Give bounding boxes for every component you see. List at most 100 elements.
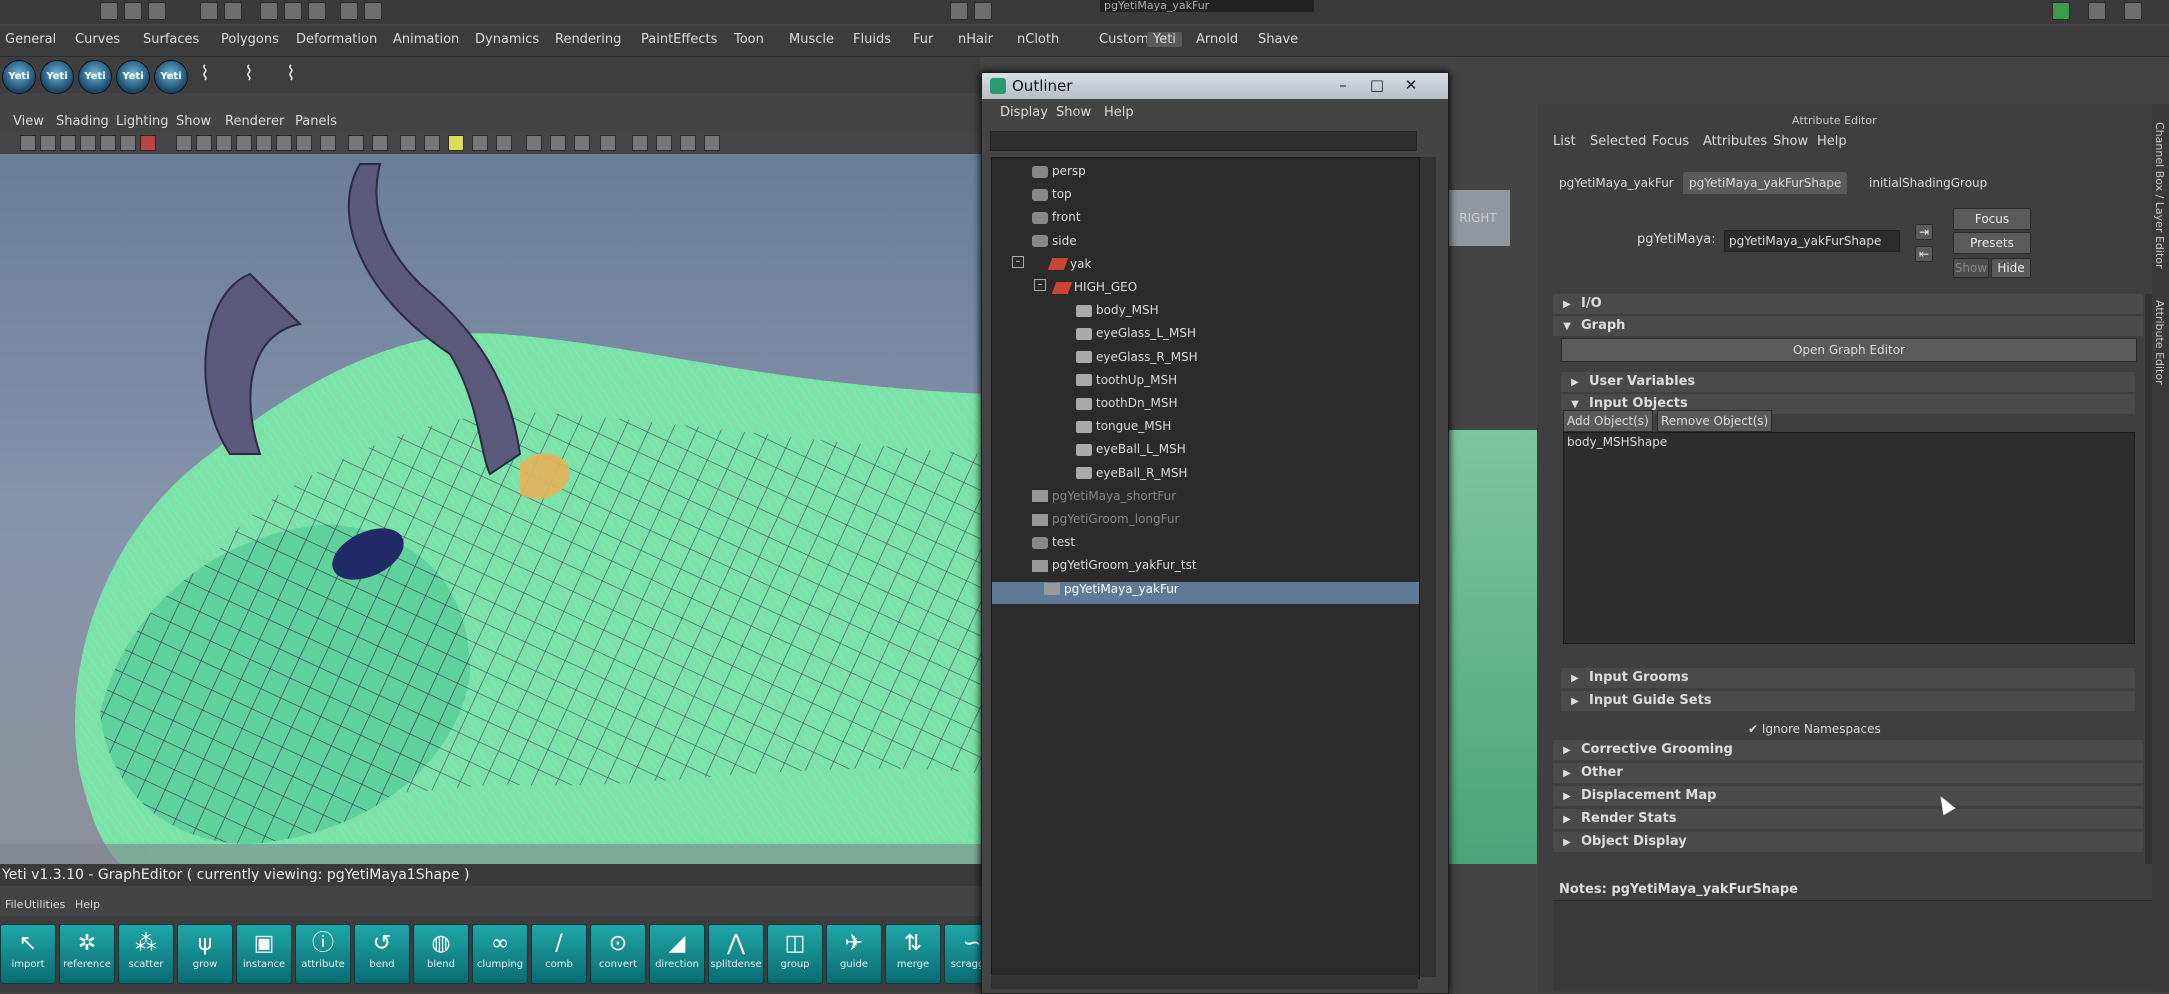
bookmark-icon[interactable] xyxy=(60,135,76,151)
outliner-item[interactable]: front xyxy=(1032,210,1081,232)
collapse-icon[interactable]: – xyxy=(1012,256,1024,268)
outliner-item[interactable]: body_MSH xyxy=(1076,303,1159,325)
resolution-gate-icon[interactable] xyxy=(140,135,156,151)
shelf-tab-fluids[interactable]: Fluids xyxy=(853,32,891,47)
ol-menu-display[interactable]: Display xyxy=(1000,105,1048,120)
ae-menu-show[interactable]: Show xyxy=(1773,134,1808,149)
presets-button[interactable]: Presets xyxy=(1953,232,2031,254)
shelf-tab-surfaces[interactable]: Surfaces xyxy=(143,32,199,47)
hide-button[interactable]: Hide xyxy=(1991,258,2031,278)
ge-menu-utilities[interactable]: Utilities xyxy=(24,898,65,911)
outliner-filter-field[interactable] xyxy=(990,131,1417,151)
ol-menu-help[interactable]: Help xyxy=(1104,105,1134,120)
ae-menu-attributes[interactable]: Attributes xyxy=(1703,134,1767,149)
ol-menu-show[interactable]: Show xyxy=(1056,105,1091,120)
outliner-hscrollbar[interactable] xyxy=(991,975,1418,989)
ae-menu-selected[interactable]: Selected xyxy=(1590,134,1646,149)
ge-tool-guide[interactable]: ✈ guide xyxy=(826,924,882,984)
section-input-guide-sets[interactable]: ▶ Input Guide Sets xyxy=(1561,691,2135,711)
xray-icon[interactable] xyxy=(348,135,364,151)
open-scene-icon[interactable] xyxy=(124,2,142,20)
shelf-tab-polygons[interactable]: Polygons xyxy=(221,32,279,47)
safe-title-icon[interactable] xyxy=(236,135,252,151)
outliner-list[interactable]: persp top front side yak HIGH_GEO body_MSH eyeG… xyxy=(991,157,1420,979)
camera-select-icon[interactable] xyxy=(20,135,36,151)
outliner-titlebar[interactable]: Outliner – □ ✕ xyxy=(982,73,1448,99)
outliner-item[interactable]: eyeBall_R_MSH xyxy=(1076,466,1187,488)
textured-icon[interactable] xyxy=(296,135,312,151)
shelf-tab-painteffects[interactable]: PaintEffects xyxy=(641,32,717,47)
tab-attribute-editor[interactable]: Attribute Editor xyxy=(2153,300,2166,385)
sculpt-icon[interactable]: ⌇ xyxy=(286,61,308,89)
shelf-tab-shave[interactable]: Shave xyxy=(1258,32,1298,47)
new-scene-icon[interactable] xyxy=(100,2,118,20)
go-input-icon[interactable]: ⇥ xyxy=(1915,224,1933,240)
lights-icon[interactable] xyxy=(448,135,464,151)
brush-icon[interactable]: ⌇ xyxy=(200,61,222,89)
outliner-item[interactable]: eyeGlass_R_MSH xyxy=(1076,350,1198,372)
ae-menu-focus[interactable]: Focus xyxy=(1652,134,1689,149)
section-other[interactable]: ▶ Other xyxy=(1553,763,2143,783)
image-plane-icon[interactable] xyxy=(80,135,96,151)
outliner-item[interactable]: eyeGlass_L_MSH xyxy=(1076,326,1196,348)
minimize-icon[interactable]: – xyxy=(1328,76,1358,94)
ge-tool-comb[interactable]: / comb xyxy=(531,924,587,984)
view-cube[interactable]: RIGHT xyxy=(1446,190,1510,246)
field-chart-icon[interactable] xyxy=(196,135,212,151)
shelf-tab-deformation[interactable]: Deformation xyxy=(296,32,377,47)
ge-tool-direction[interactable]: ◢ direction xyxy=(649,924,705,984)
menu-lighting[interactable]: Lighting xyxy=(116,114,169,129)
yeti-graph-icon[interactable]: Yeti xyxy=(154,60,188,94)
ge-tool-instance[interactable]: ▣ instance xyxy=(236,924,292,984)
xray-joints-icon[interactable] xyxy=(372,135,388,151)
camera-lock-icon[interactable] xyxy=(632,135,648,151)
section-graph[interactable]: ▼ Graph xyxy=(1553,316,2143,336)
focus-button[interactable]: Focus xyxy=(1953,208,2031,230)
ge-tool-scatter[interactable]: ⁂ scatter xyxy=(118,924,174,984)
section-io[interactable]: ▶ I/O xyxy=(1553,294,2143,314)
ge-tool-clumping[interactable]: ∞ clumping xyxy=(472,924,528,984)
yeti-cache-icon[interactable]: Yeti xyxy=(116,60,150,94)
ge-tool-blend[interactable]: ◍ blend xyxy=(413,924,469,984)
select-mode-icon[interactable] xyxy=(200,2,218,20)
tool-settings-icon[interactable] xyxy=(2124,2,2142,20)
stereo-icon[interactable] xyxy=(656,135,672,151)
snap-point-icon[interactable] xyxy=(308,2,326,20)
input-objects-list[interactable]: body_MSHShape xyxy=(1563,432,2135,644)
section-input-grooms[interactable]: ▶ Input Grooms xyxy=(1561,668,2135,688)
shelf-tab-fur[interactable]: Fur xyxy=(913,32,933,47)
grid-icon[interactable] xyxy=(100,135,116,151)
collapse-icon[interactable]: – xyxy=(1034,279,1046,291)
shelf-tab-yeti[interactable]: Yeti xyxy=(1147,32,1182,47)
ge-tool-merge[interactable]: ⇅ merge xyxy=(885,924,941,984)
section-object-display[interactable]: ▶ Object Display xyxy=(1553,832,2143,852)
ge-tool-attribute[interactable]: ⓘ attribute xyxy=(295,924,351,984)
snap-grid-icon[interactable] xyxy=(260,2,278,20)
use-lights-icon[interactable] xyxy=(320,135,336,151)
name-field[interactable]: pgYetiMaya_yakFur xyxy=(1100,0,1314,12)
close-icon[interactable]: ✕ xyxy=(1396,76,1426,94)
section-render-stats[interactable]: ▶ Render Stats xyxy=(1553,809,2143,829)
construction-icon[interactable] xyxy=(974,2,992,20)
tab-channel-box[interactable]: Channel Box / Layer Editor xyxy=(2153,122,2166,269)
ge-tool-reference[interactable]: ✲ reference xyxy=(59,924,115,984)
shelf-tab-toon[interactable]: Toon xyxy=(734,32,764,47)
yeti-groom-icon[interactable]: Yeti xyxy=(40,60,74,94)
ge-tool-group[interactable]: ◫ group xyxy=(767,924,823,984)
ge-menu-file[interactable]: File xyxy=(5,898,23,911)
shelf-tab-custom[interactable]: Custom xyxy=(1099,32,1149,47)
safe-action-icon[interactable] xyxy=(216,135,232,151)
outliner-item[interactable]: side xyxy=(1032,234,1077,256)
shelf-tab-curves[interactable]: Curves xyxy=(75,32,120,47)
outliner-item[interactable]: test xyxy=(1032,535,1075,557)
section-displacement-map[interactable]: ▶ Displacement Map xyxy=(1553,786,2143,806)
layout-icon[interactable] xyxy=(2088,2,2106,20)
snap-curve-icon[interactable] xyxy=(284,2,302,20)
ge-tool-grow[interactable]: ψ grow xyxy=(177,924,233,984)
hud-icon[interactable] xyxy=(680,135,696,151)
menu-shading[interactable]: Shading xyxy=(56,114,109,129)
menu-panels[interactable]: Panels xyxy=(295,114,337,129)
shelf-tab-animation[interactable]: Animation xyxy=(393,32,459,47)
shadows-icon[interactable] xyxy=(400,135,416,151)
outliner-item[interactable]: pgYetiGroom_longFur xyxy=(1032,512,1179,534)
